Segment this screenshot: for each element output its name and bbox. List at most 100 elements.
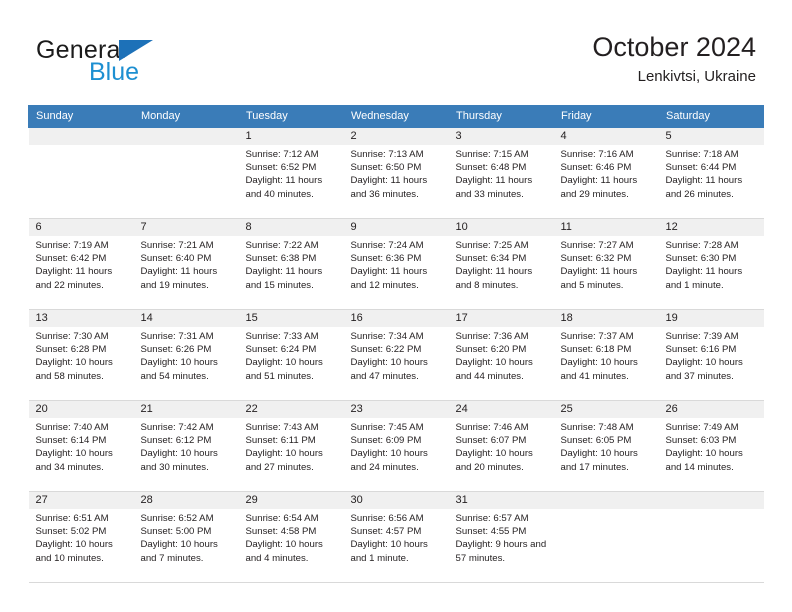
day-number [133,128,239,145]
day-details: Sunrise: 7:18 AM Sunset: 6:44 PM Daylight:… [659,145,764,201]
sunrise-sunset-calendar: Sunday Monday Tuesday Wednesday Thursday… [28,105,764,583]
calendar-day-cell[interactable]: 12 Sunrise: 7:28 AM Sunset: 6:30 PM Dayligh… [658,218,764,310]
sunset-text: Sunset: 4:55 PM [455,526,527,538]
calendar-day-cell[interactable]: 11 Sunrise: 7:27 AM Sunset: 6:32 PM Dayligh… [553,218,659,310]
calendar-day-cell[interactable]: 8 Sunrise: 7:22 AM Sunset: 6:38 PM Daylight… [238,218,344,310]
sunrise-text: Sunrise: 7:37 AM [560,331,634,342]
day-number: 6 [28,219,134,236]
title-block: October 2024 Lenkivtsi, Ukraine [592,30,756,88]
calendar-day-cell[interactable]: 20 Sunrise: 7:40 AM Sunset: 6:14 PM Dayligh… [28,400,134,492]
calendar-day-cell[interactable]: 21 Sunrise: 7:42 AM Sunset: 6:12 PM Dayligh… [133,400,239,492]
sunset-text: Sunset: 6:26 PM [140,344,212,356]
calendar-day-cell[interactable]: 1 Sunrise: 7:12 AM Sunset: 6:52 PM Daylight… [238,127,344,219]
day-number: 7 [133,219,239,236]
calendar-day-cell[interactable]: 22 Sunrise: 7:43 AM Sunset: 6:11 PM Dayligh… [238,400,344,492]
calendar-day-cell[interactable]: 7 Sunrise: 7:21 AM Sunset: 6:40 PM Daylight… [133,218,239,310]
calendar-day-cell[interactable]: 14 Sunrise: 7:31 AM Sunset: 6:26 PM Dayligh… [133,309,239,401]
calendar-day-cell[interactable]: 27 Sunrise: 6:51 AM Sunset: 5:02 PM Dayligh… [28,491,134,583]
day-cell-content [553,492,659,582]
calendar-body: 1 Sunrise: 7:12 AM Sunset: 6:52 PM Daylight… [28,127,764,583]
daylight-text: Daylight: 10 hours and 58 minutes. [35,357,113,382]
day-number: 22 [238,401,344,418]
calendar-day-cell[interactable]: 16 Sunrise: 7:34 AM Sunset: 6:22 PM Dayligh… [343,309,449,401]
day-number: 1 [238,128,344,145]
page-subtitle: Lenkivtsi, Ukraine [637,68,756,85]
day-details: Sunrise: 7:49 AM Sunset: 6:03 PM Daylight:… [659,418,764,474]
daylight-text: Daylight: 10 hours and 27 minutes. [245,448,323,473]
calendar-day-cell[interactable]: 18 Sunrise: 7:37 AM Sunset: 6:18 PM Dayligh… [553,309,659,401]
day-cell-content: 22 Sunrise: 7:43 AM Sunset: 6:11 PM Dayligh… [238,401,344,491]
day-details: Sunrise: 7:19 AM Sunset: 6:42 PM Daylight:… [29,236,134,292]
calendar-day-cell[interactable]: 30 Sunrise: 6:56 AM Sunset: 4:57 PM Dayligh… [343,491,449,583]
calendar-week-row: 1 Sunrise: 7:12 AM Sunset: 6:52 PM Daylight… [28,127,764,219]
day-cell-content: 8 Sunrise: 7:22 AM Sunset: 6:38 PM Daylight… [238,219,344,309]
calendar-empty-cell [658,491,764,583]
page-title: October 2024 [592,32,756,62]
calendar-day-cell[interactable]: 4 Sunrise: 7:16 AM Sunset: 6:46 PM Daylight… [553,127,659,219]
sunset-text: Sunset: 6:50 PM [350,162,422,174]
calendar-day-cell[interactable]: 28 Sunrise: 6:52 AM Sunset: 5:00 PM Dayligh… [133,491,239,583]
calendar-empty-cell [133,127,239,219]
calendar-day-cell[interactable]: 10 Sunrise: 7:25 AM Sunset: 6:34 PM Dayligh… [448,218,554,310]
calendar-day-cell[interactable]: 2 Sunrise: 7:13 AM Sunset: 6:50 PM Daylight… [343,127,449,219]
day-details: Sunrise: 6:56 AM Sunset: 4:57 PM Daylight:… [344,509,449,565]
calendar-day-cell[interactable]: 25 Sunrise: 7:48 AM Sunset: 6:05 PM Dayligh… [553,400,659,492]
calendar-day-cell[interactable]: 24 Sunrise: 7:46 AM Sunset: 6:07 PM Dayligh… [448,400,554,492]
calendar-day-cell[interactable]: 17 Sunrise: 7:36 AM Sunset: 6:20 PM Dayligh… [448,309,554,401]
daylight-text: Daylight: 11 hours and 26 minutes. [665,175,743,200]
daylight-text: Daylight: 11 hours and 22 minutes. [35,266,113,291]
weekday-header-tuesday: Tuesday [238,105,344,128]
sunrise-text: Sunrise: 7:39 AM [665,331,739,342]
calendar-day-cell[interactable]: 9 Sunrise: 7:24 AM Sunset: 6:36 PM Daylight… [343,218,449,310]
generalblue-logo[interactable]: General Blue [36,36,256,88]
calendar-day-cell[interactable]: 6 Sunrise: 7:19 AM Sunset: 6:42 PM Daylight… [28,218,134,310]
sunset-text: Sunset: 6:28 PM [35,344,107,356]
sunrise-text: Sunrise: 7:49 AM [665,422,739,433]
calendar-day-cell[interactable]: 19 Sunrise: 7:39 AM Sunset: 6:16 PM Dayligh… [658,309,764,401]
day-number: 31 [448,492,554,509]
sunset-text: Sunset: 6:34 PM [455,253,527,265]
calendar-day-cell[interactable]: 13 Sunrise: 7:30 AM Sunset: 6:28 PM Dayligh… [28,309,134,401]
calendar-day-cell[interactable]: 3 Sunrise: 7:15 AM Sunset: 6:48 PM Daylight… [448,127,554,219]
daylight-text: Daylight: 10 hours and 54 minutes. [140,357,218,382]
day-number: 5 [658,128,764,145]
day-details: Sunrise: 7:48 AM Sunset: 6:05 PM Daylight:… [554,418,659,474]
sunrise-text: Sunrise: 7:33 AM [245,331,319,342]
daylight-text: Daylight: 11 hours and 36 minutes. [350,175,428,200]
day-cell-content: 27 Sunrise: 6:51 AM Sunset: 5:02 PM Dayligh… [28,492,134,582]
calendar-week-row: 6 Sunrise: 7:19 AM Sunset: 6:42 PM Daylight… [28,218,764,310]
day-cell-content: 13 Sunrise: 7:30 AM Sunset: 6:28 PM Dayligh… [28,310,134,400]
day-details: Sunrise: 7:13 AM Sunset: 6:50 PM Daylight:… [344,145,449,201]
daylight-text: Daylight: 10 hours and 30 minutes. [140,448,218,473]
sunset-text: Sunset: 5:00 PM [140,526,212,538]
day-cell-content: 9 Sunrise: 7:24 AM Sunset: 6:36 PM Daylight… [343,219,449,309]
sunset-text: Sunset: 6:36 PM [350,253,422,265]
sunrise-text: Sunrise: 7:13 AM [350,149,424,160]
day-number: 25 [553,401,659,418]
day-cell-content: 15 Sunrise: 7:33 AM Sunset: 6:24 PM Dayligh… [238,310,344,400]
sunset-text: Sunset: 6:14 PM [35,435,107,447]
day-cell-content: 7 Sunrise: 7:21 AM Sunset: 6:40 PM Daylight… [133,219,239,309]
sunrise-text: Sunrise: 7:27 AM [560,240,634,251]
day-details: Sunrise: 6:52 AM Sunset: 5:00 PM Daylight:… [134,509,239,565]
day-number: 17 [448,310,554,327]
sunrise-text: Sunrise: 7:19 AM [35,240,109,251]
calendar-day-cell[interactable]: 29 Sunrise: 6:54 AM Sunset: 4:58 PM Dayligh… [238,491,344,583]
calendar-day-cell[interactable]: 23 Sunrise: 7:45 AM Sunset: 6:09 PM Dayligh… [343,400,449,492]
calendar-day-cell[interactable]: 31 Sunrise: 6:57 AM Sunset: 4:55 PM Dayligh… [448,491,554,583]
sunrise-text: Sunrise: 7:21 AM [140,240,214,251]
sunset-text: Sunset: 6:11 PM [245,435,316,447]
calendar-day-cell[interactable]: 5 Sunrise: 7:18 AM Sunset: 6:44 PM Daylight… [658,127,764,219]
calendar-page: General Blue October 2024 Lenkivtsi, Ukr… [0,0,792,612]
sunset-text: Sunset: 6:42 PM [35,253,107,265]
calendar-day-cell[interactable]: 15 Sunrise: 7:33 AM Sunset: 6:24 PM Dayligh… [238,309,344,401]
calendar-day-cell[interactable]: 26 Sunrise: 7:49 AM Sunset: 6:03 PM Dayligh… [658,400,764,492]
calendar-empty-cell [553,491,659,583]
day-cell-content: 2 Sunrise: 7:13 AM Sunset: 6:50 PM Daylight… [343,128,449,218]
day-details: Sunrise: 7:43 AM Sunset: 6:11 PM Daylight:… [239,418,344,474]
sunrise-text: Sunrise: 7:45 AM [350,422,424,433]
sunrise-text: Sunrise: 7:22 AM [245,240,319,251]
day-details: Sunrise: 7:36 AM Sunset: 6:20 PM Daylight:… [449,327,554,383]
sunrise-text: Sunrise: 7:31 AM [140,331,214,342]
sunset-text: Sunset: 6:03 PM [665,435,737,447]
